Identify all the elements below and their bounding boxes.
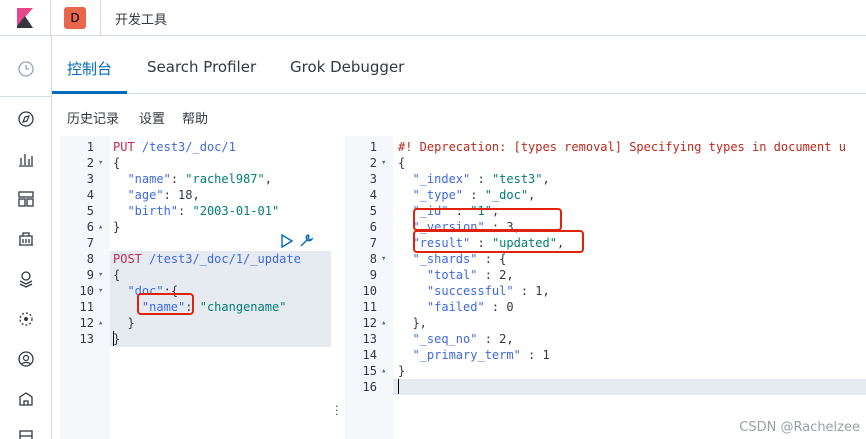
request-gutter: 1 2 ▾ 3 4 5 6 ▴ 7 8 9 ▾ 10 ▾ 11 12 ▴ 13 [60,136,110,439]
code-line: "total" : 2, [426,268,514,282]
request-editor[interactable]: 1 2 ▾ 3 4 5 6 ▴ 7 8 9 ▾ 10 ▾ 11 12 ▴ 13 PUT /test3/_doc/1… [60,136,331,439]
line-number: 4 [86,188,94,202]
code-line: "_primary_term" : 1 [412,348,550,362]
fold-close-icon[interactable]: ▴ [381,366,386,376]
code-line: "_type" : "_doc", [412,188,536,202]
code-line: PUT /test3/_doc/1 [113,140,236,154]
breadcrumb[interactable]: 开发工具 [115,9,167,28]
line-number: 5 [86,204,94,218]
line-number: 1 [369,140,377,154]
clock-icon[interactable] [17,60,35,78]
code-line: "_shards" : { [412,252,507,266]
fold-close-icon[interactable]: ▴ [98,318,103,328]
annotation-box [413,208,562,231]
nav-divider [0,96,52,97]
metrics-icon[interactable] [17,350,35,368]
fold-close-icon[interactable]: ▴ [98,222,103,232]
code-line: "_seq_no" : 2, [412,332,514,346]
line-number: 13 [362,332,377,346]
code-line: "name": "rachel987", [127,172,272,186]
code-line: } [398,364,406,378]
side-nav [0,36,52,439]
console-menu: 历史记录 设置 帮助 [52,94,866,136]
pane-resizer[interactable] [331,136,345,439]
fold-open-icon[interactable]: ▾ [98,158,103,168]
top-bar: D 开发工具 [0,0,866,36]
settings-link[interactable]: 设置 [139,108,165,127]
fold-open-icon[interactable]: ▾ [381,254,386,264]
code-line: "birth": "2003-01-01" [127,204,280,218]
kibana-logo-icon[interactable] [14,7,36,29]
space-avatar[interactable]: D [64,7,86,29]
tab-grok-debugger[interactable]: Grok Debugger [290,58,404,76]
line-number: 11 [362,300,377,314]
code-line: { [113,156,121,170]
maps-icon[interactable] [17,270,35,288]
code-line: { [398,156,406,170]
code-line: { [113,268,121,282]
response-gutter: 1 2 ▾ 3 4 5 6 7 8 ▾ 9 10 11 12 ▴ 13 14 15 ▴ 16 [345,136,393,439]
code-line: POST /test3/_doc/1/_update [113,252,301,266]
line-number: 5 [369,204,377,218]
code-line: } [113,316,135,330]
line-number: 8 [86,252,94,266]
line-number: 3 [369,172,377,186]
tab-search-profiler[interactable]: Search Profiler [147,58,256,76]
code-line: "failed" : 0 [426,300,514,314]
line-number: 9 [369,268,377,282]
code-line: }, [398,316,427,330]
code-line: #! Deprecation: [types removal] Specifyi… [398,140,846,154]
top-divider [50,0,51,36]
code-line: } [113,220,121,234]
code-line: "successful" : 1, [426,284,550,298]
text-caret [398,379,399,394]
line-number: 7 [369,236,377,250]
line-number: 16 [362,380,377,394]
canvas-icon[interactable] [17,230,35,248]
code-line: } [113,332,121,346]
line-number: 10 [362,284,377,298]
resizer-handle-icon[interactable]: · · · [335,401,339,420]
line-highlight [345,379,866,395]
wrench-icon[interactable] [298,233,314,249]
annotation-box [413,230,584,253]
line-number: 1 [86,140,94,154]
play-icon[interactable] [278,233,294,249]
ml-icon[interactable] [17,310,35,328]
fold-open-icon[interactable]: ▾ [98,270,103,280]
tab-console[interactable]: 控制台 [67,58,112,79]
bar-chart-icon[interactable] [17,150,35,168]
fold-open-icon[interactable]: ▾ [381,158,386,168]
line-number: 11 [79,300,94,314]
line-number: 13 [79,332,94,346]
line-number: 3 [86,172,94,186]
dashboard-icon[interactable] [17,190,35,208]
line-number: 6 [369,220,377,234]
watermark: CSDN @Rachelzee [739,420,860,435]
compass-icon[interactable] [17,110,35,128]
text-caret [113,331,114,346]
code-line: "_index" : "test3", [412,172,550,186]
logs-icon[interactable] [17,390,35,408]
fold-close-icon[interactable]: ▴ [381,318,386,328]
dev-tools-tabs: 控制台 Search Profiler Grok Debugger [52,36,866,94]
help-link[interactable]: 帮助 [182,108,208,127]
response-editor: 1 2 ▾ 3 4 5 6 7 8 ▾ 9 10 11 12 ▴ 13 14 15 ▴ 16 #! Deprecati… [345,136,866,439]
fold-open-icon[interactable]: ▾ [98,286,103,296]
line-number: 7 [86,236,94,250]
annotation-box [137,293,194,315]
history-link[interactable]: 历史记录 [67,108,119,127]
line-number: 14 [362,348,377,362]
apm-icon[interactable] [17,428,35,439]
code-line: "age": 18, [127,188,200,202]
top-divider [100,0,101,36]
line-number: 4 [369,188,377,202]
